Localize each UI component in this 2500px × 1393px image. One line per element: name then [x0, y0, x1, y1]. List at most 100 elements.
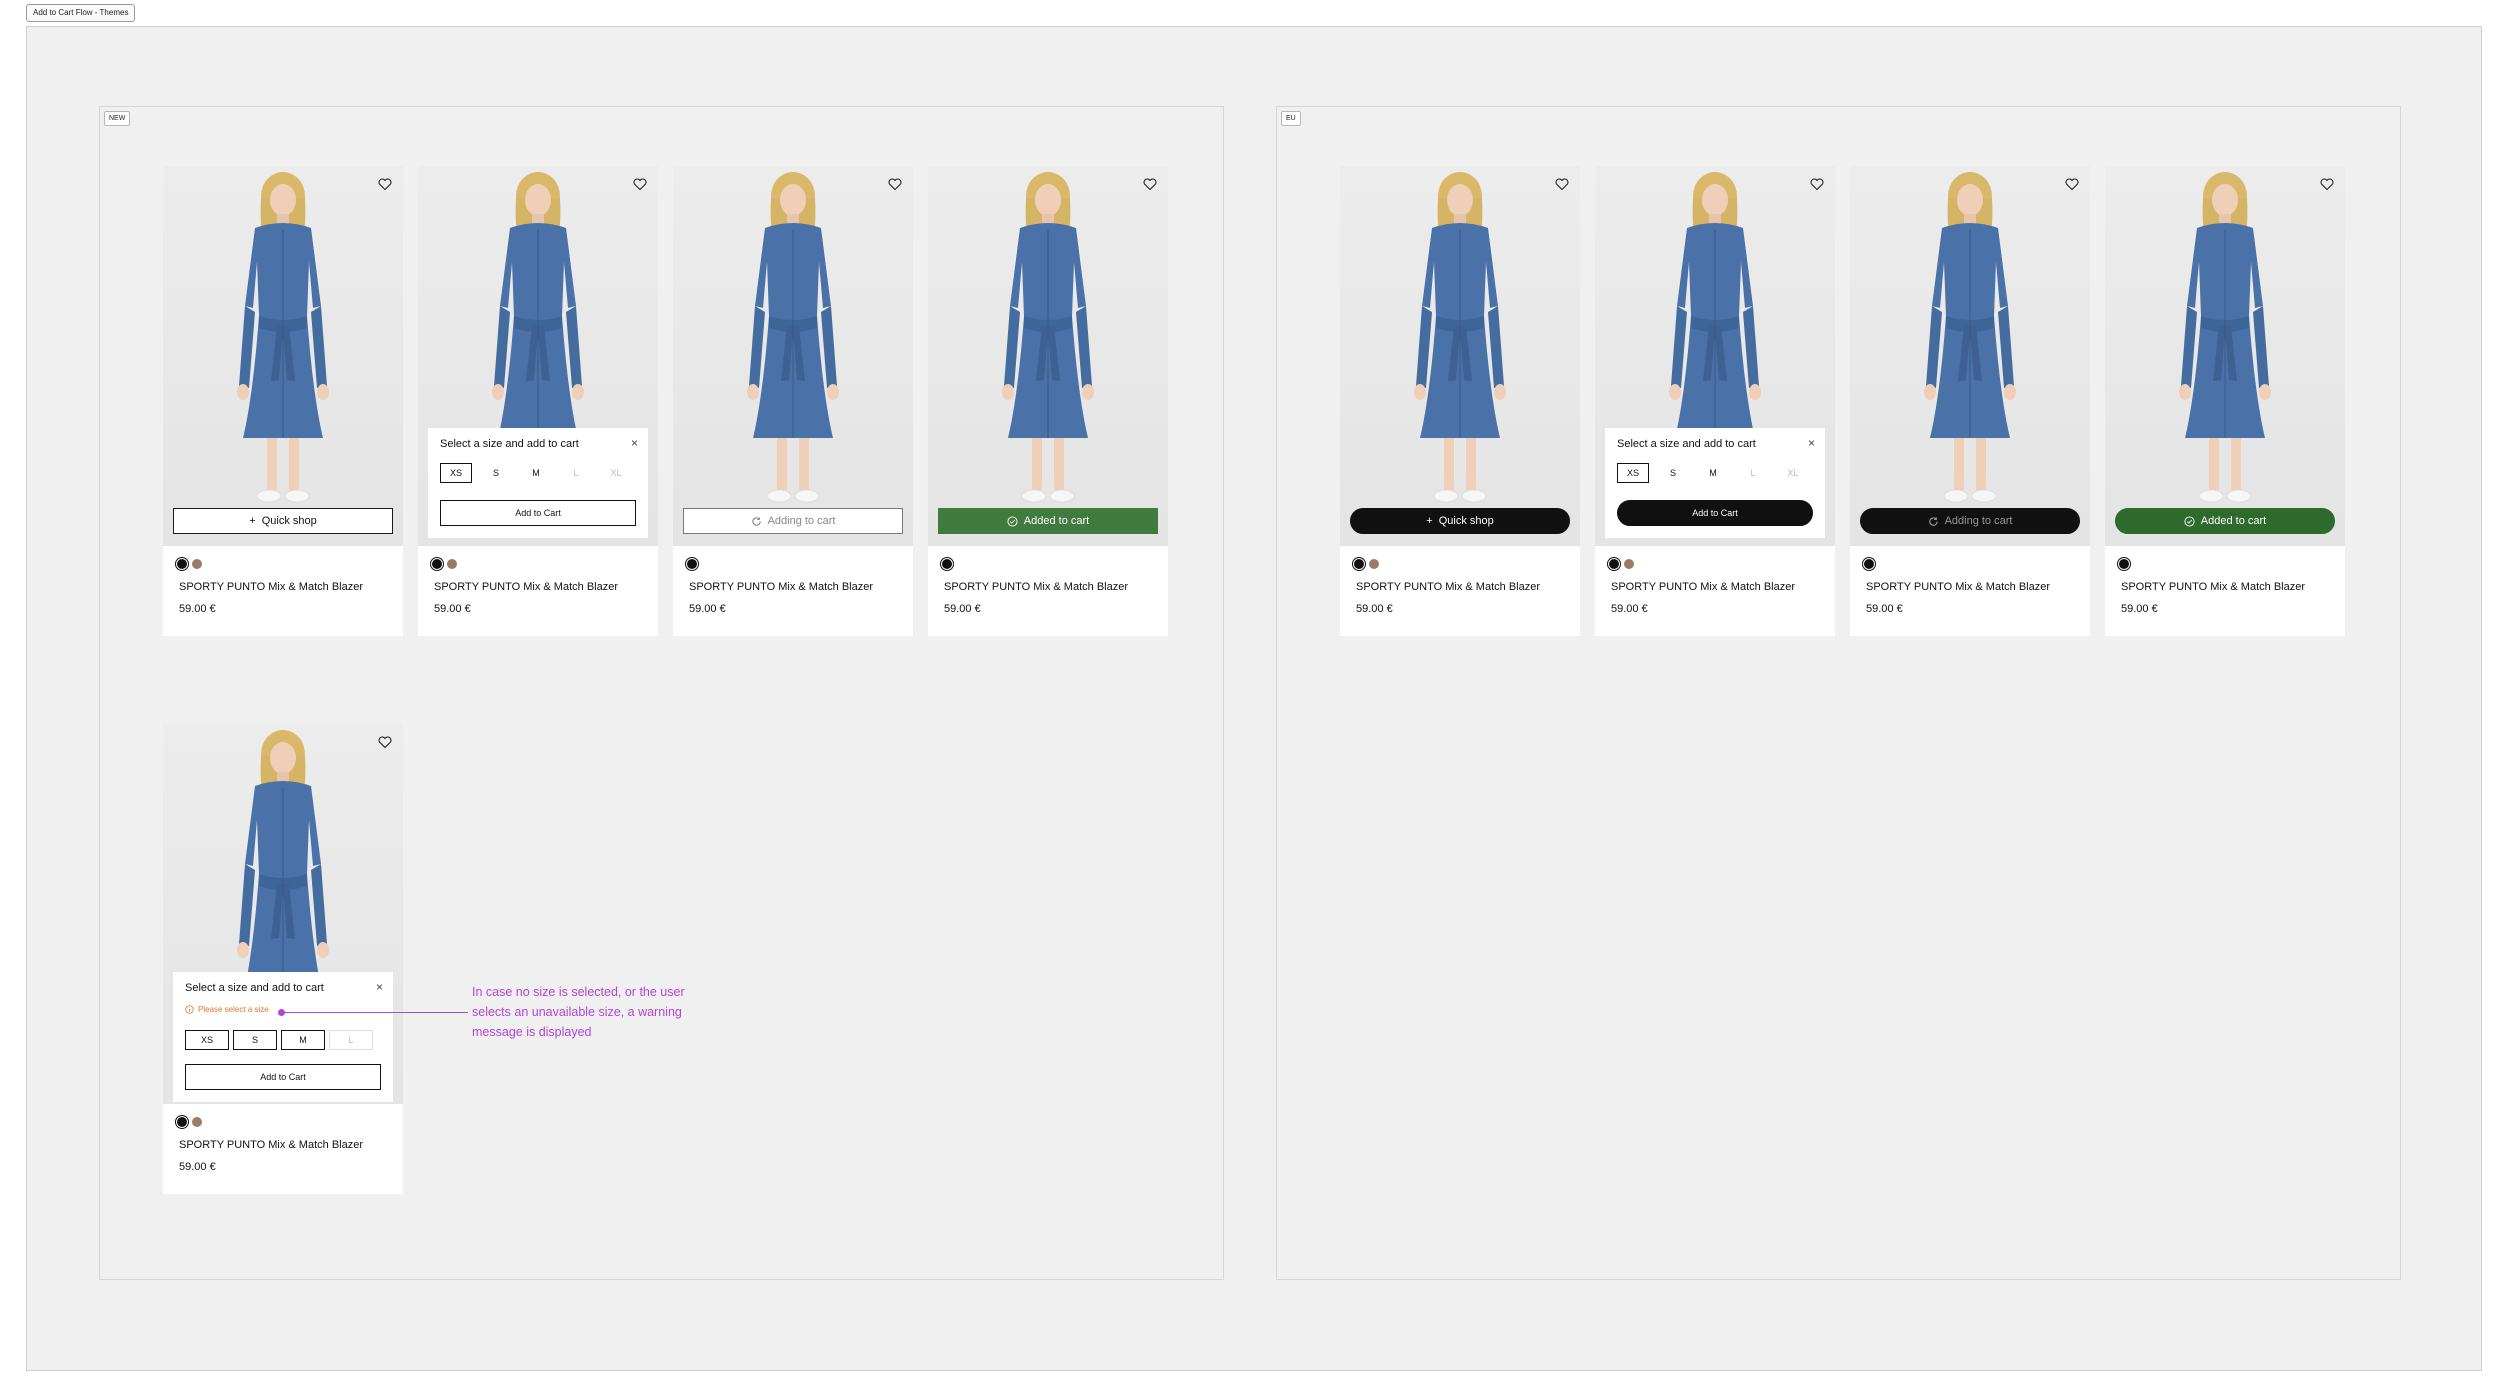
heart-icon[interactable]	[2064, 176, 2080, 192]
product-price: 59.00 €	[179, 1161, 216, 1173]
product-name[interactable]: SPORTY PUNTO Mix & Match Blazer	[1866, 581, 2050, 593]
product-price: 59.00 €	[689, 603, 726, 615]
product-card-size-select[interactable]: Select a size and add to cart × XS S M L…	[418, 166, 658, 636]
swatch-black[interactable]	[432, 559, 442, 569]
heart-icon[interactable]	[377, 176, 393, 192]
check-circle-icon	[1007, 515, 1018, 527]
add-to-cart-button[interactable]: Add to Cart	[185, 1064, 381, 1090]
annotation-note: In case no size is selected, or the user…	[472, 985, 685, 1039]
product-name[interactable]: SPORTY PUNTO Mix & Match Blazer	[1356, 581, 1540, 593]
eu-product-card-size-select[interactable]: Select a size and add to cart × XS S M L…	[1595, 166, 1835, 636]
model-illustration	[237, 172, 329, 503]
swatch-black[interactable]	[1609, 559, 1619, 569]
size-m[interactable]: M	[520, 463, 552, 483]
swatch-black[interactable]	[177, 1117, 187, 1127]
color-swatches	[177, 559, 202, 569]
size-xs[interactable]: XS	[1617, 463, 1649, 483]
size-xs[interactable]: XS	[185, 1030, 229, 1050]
info-icon	[185, 1005, 194, 1014]
color-swatches	[1354, 559, 1379, 569]
eu-product-card-quickshop[interactable]: + Quick shop SPORTY PUNTO Mix & Match Bl…	[1340, 166, 1580, 636]
product-price: 59.00 €	[1611, 603, 1648, 615]
product-image[interactable]	[673, 166, 913, 546]
size-xl[interactable]: XL	[600, 463, 632, 483]
eu-product-card-adding[interactable]: Adding to cart SPORTY PUNTO Mix & Match …	[1850, 166, 2090, 636]
size-popup: Select a size and add to cart × XS S M L…	[1605, 428, 1825, 538]
product-card-warning[interactable]: Select a size and add to cart × Please s…	[163, 724, 403, 1194]
swatch-black[interactable]	[687, 559, 697, 569]
heart-icon[interactable]	[1554, 176, 1570, 192]
heart-icon[interactable]	[1809, 176, 1825, 192]
close-icon[interactable]: ×	[376, 980, 383, 994]
swatch-black[interactable]	[1354, 559, 1364, 569]
size-popup: Select a size and add to cart × XS S M L…	[428, 428, 648, 538]
size-m[interactable]: M	[1697, 463, 1729, 483]
size-m[interactable]: M	[281, 1030, 325, 1050]
size-l[interactable]: L	[329, 1030, 373, 1050]
product-name[interactable]: SPORTY PUNTO Mix & Match Blazer	[179, 1139, 363, 1151]
swatch-black[interactable]	[177, 559, 187, 569]
plus-icon: +	[249, 515, 256, 527]
added-to-cart-button: Added to cart	[938, 508, 1158, 534]
swatch-brown[interactable]	[1624, 559, 1634, 569]
product-card-added[interactable]: Added to cart SPORTY PUNTO Mix & Match B…	[928, 166, 1168, 636]
model-illustration	[2179, 172, 2271, 503]
swatch-brown[interactable]	[192, 1117, 202, 1127]
heart-icon[interactable]	[1142, 176, 1158, 192]
model-illustration	[1002, 172, 1094, 503]
size-s[interactable]: S	[480, 463, 512, 483]
eu-product-card-added[interactable]: Added to cart SPORTY PUNTO Mix & Match B…	[2105, 166, 2345, 636]
swatch-black[interactable]	[942, 559, 952, 569]
heart-icon[interactable]	[887, 176, 903, 192]
popup-title: Select a size and add to cart	[440, 438, 579, 450]
swatch-black[interactable]	[1864, 559, 1874, 569]
color-swatches	[432, 559, 457, 569]
size-options: XS S M L XL	[1617, 463, 1809, 483]
close-icon[interactable]: ×	[1808, 436, 1815, 450]
product-image[interactable]	[1850, 166, 2090, 546]
product-image[interactable]	[928, 166, 1168, 546]
product-name[interactable]: SPORTY PUNTO Mix & Match Blazer	[2121, 581, 2305, 593]
product-image[interactable]	[2105, 166, 2345, 546]
product-name[interactable]: SPORTY PUNTO Mix & Match Blazer	[434, 581, 618, 593]
quick-shop-button[interactable]: + Quick shop	[1350, 508, 1570, 534]
swatch-brown[interactable]	[192, 559, 202, 569]
product-image[interactable]	[163, 166, 403, 546]
product-price: 59.00 €	[1866, 603, 1903, 615]
color-swatches	[2119, 559, 2129, 569]
product-name[interactable]: SPORTY PUNTO Mix & Match Blazer	[179, 581, 363, 593]
product-name[interactable]: SPORTY PUNTO Mix & Match Blazer	[944, 581, 1128, 593]
close-icon[interactable]: ×	[631, 436, 638, 450]
product-card-adding[interactable]: Adding to cart SPORTY PUNTO Mix & Match …	[673, 166, 913, 636]
color-swatches	[1864, 559, 1874, 569]
size-s[interactable]: S	[1657, 463, 1689, 483]
add-to-cart-button[interactable]: Add to Cart	[1617, 500, 1813, 526]
section-new-label: NEW	[104, 111, 131, 126]
swatch-black[interactable]	[2119, 559, 2129, 569]
size-s[interactable]: S	[233, 1030, 277, 1050]
model-illustration	[747, 172, 839, 503]
swatch-brown[interactable]	[1369, 559, 1379, 569]
size-xs[interactable]: XS	[440, 463, 472, 483]
heart-icon[interactable]	[377, 734, 393, 750]
loading-icon	[751, 516, 761, 526]
swatch-brown[interactable]	[447, 559, 457, 569]
product-name[interactable]: SPORTY PUNTO Mix & Match Blazer	[1611, 581, 1795, 593]
color-swatches	[177, 1117, 202, 1127]
color-swatches	[1609, 559, 1634, 569]
size-l[interactable]: L	[1737, 463, 1769, 483]
page-tag: Add to Cart Flow - Themes	[26, 4, 136, 22]
popup-title: Select a size and add to cart	[185, 982, 324, 994]
quick-shop-button[interactable]: + Quick shop	[173, 508, 393, 534]
heart-icon[interactable]	[632, 176, 648, 192]
heart-icon[interactable]	[2319, 176, 2335, 192]
popup-title: Select a size and add to cart	[1617, 438, 1756, 450]
adding-to-cart-button: Adding to cart	[1860, 508, 2080, 534]
size-xl[interactable]: XL	[1777, 463, 1809, 483]
product-name[interactable]: SPORTY PUNTO Mix & Match Blazer	[689, 581, 873, 593]
product-image[interactable]	[1340, 166, 1580, 546]
product-price: 59.00 €	[1356, 603, 1393, 615]
product-card-quickshop[interactable]: + Quick shop SPORTY PUNTO Mix & Match Bl…	[163, 166, 403, 636]
size-l[interactable]: L	[560, 463, 592, 483]
add-to-cart-button[interactable]: Add to Cart	[440, 500, 636, 526]
